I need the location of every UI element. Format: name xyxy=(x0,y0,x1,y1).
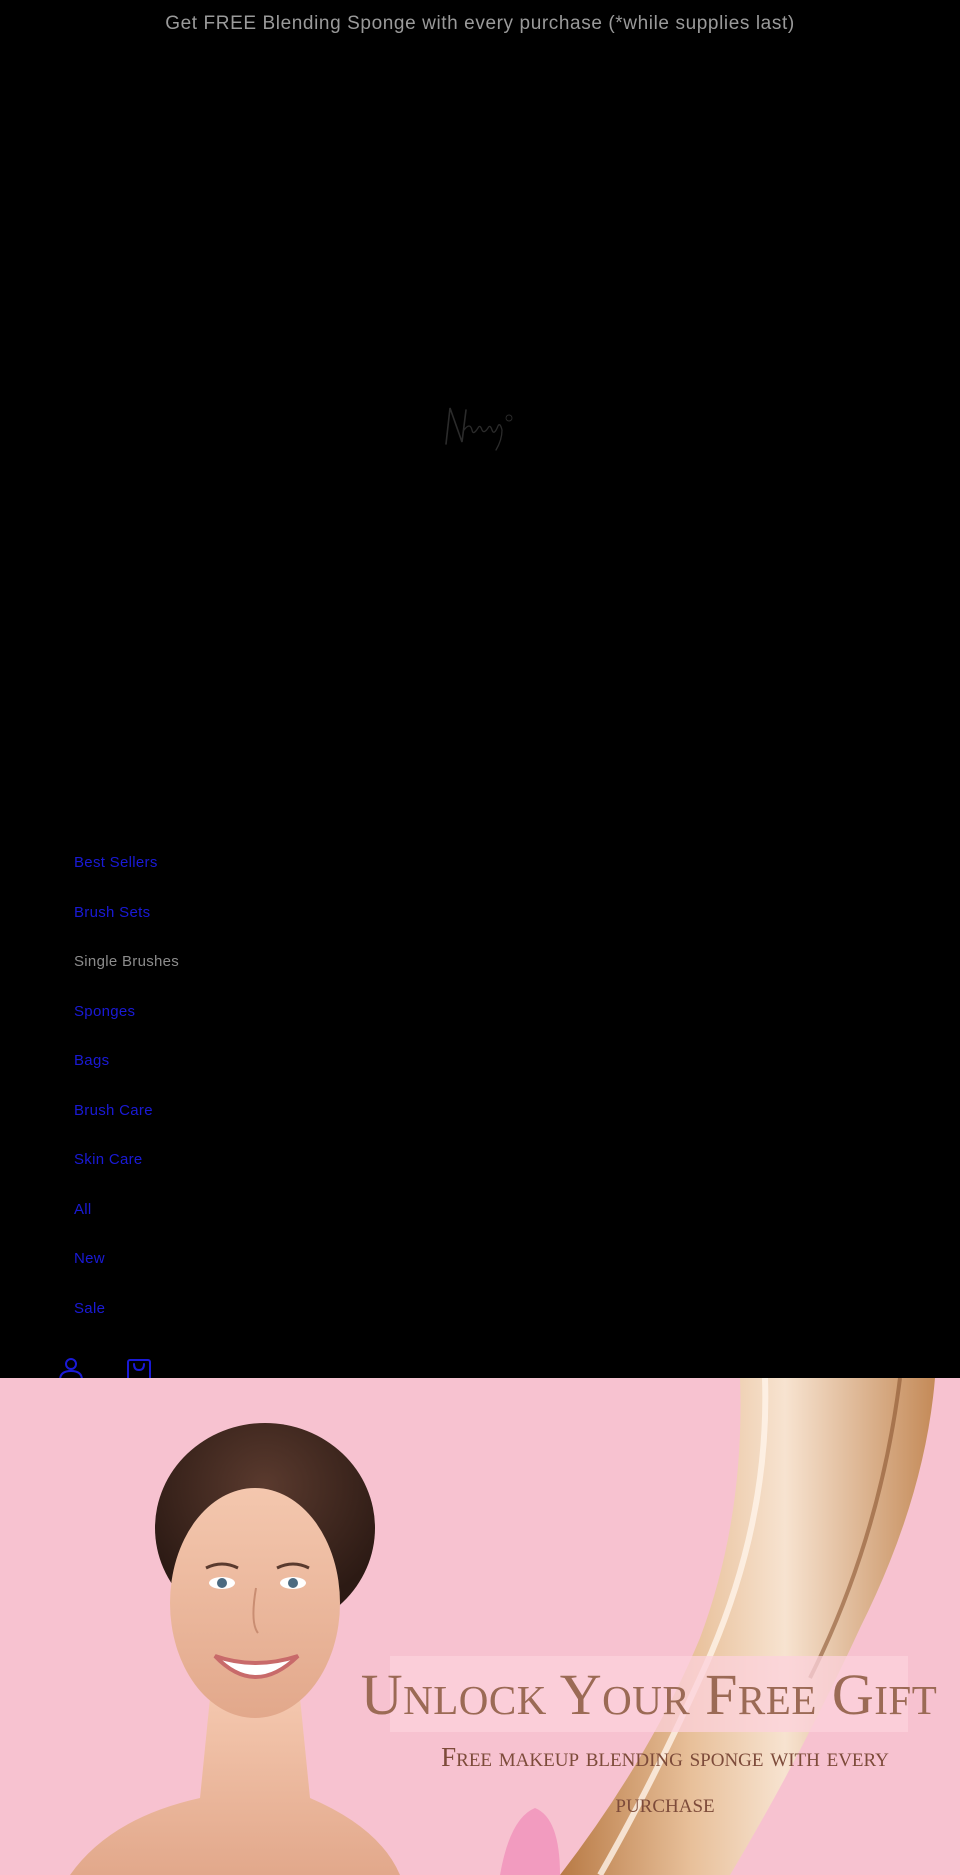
hero-title: Unlock Your Free Gift xyxy=(360,1661,938,1727)
nav-link-skin-care[interactable]: Skin Care xyxy=(74,1151,143,1168)
site-header: Best Sellers Brush Sets Single Brushes S… xyxy=(0,48,960,1382)
nav-item-best-sellers: Best Sellers xyxy=(74,854,179,904)
nav-item-sponges: Sponges xyxy=(74,1003,179,1053)
nav-link-new[interactable]: New xyxy=(74,1250,105,1267)
nav-item-skin-care: Skin Care xyxy=(74,1151,179,1201)
nanshy-logo xyxy=(445,407,513,451)
nav-link-bags[interactable]: Bags xyxy=(74,1052,109,1069)
nav-link-brush-sets[interactable]: Brush Sets xyxy=(74,904,150,921)
main-nav: Best Sellers Brush Sets Single Brushes S… xyxy=(74,854,179,1349)
nav-item-all: All xyxy=(74,1201,179,1251)
nav-link-brush-care[interactable]: Brush Care xyxy=(74,1102,153,1119)
nav-link-best-sellers[interactable]: Best Sellers xyxy=(74,854,158,871)
nav-link-all[interactable]: All xyxy=(74,1201,92,1218)
hero-banner[interactable]: Unlock Your Free Gift Free makeup blendi… xyxy=(0,1378,960,1875)
logo-link[interactable] xyxy=(440,400,516,458)
nav-link-sale[interactable]: Sale xyxy=(74,1300,105,1317)
nav-item-single-brushes: Single Brushes xyxy=(74,953,179,1003)
hero-subtitle: Free makeup blending sponge with every p… xyxy=(441,1742,889,1818)
nav-item-bags: Bags xyxy=(74,1052,179,1102)
hero-title-box: Unlock Your Free Gift xyxy=(361,1656,937,1732)
nav-link-sponges[interactable]: Sponges xyxy=(74,1003,135,1020)
announcement-bar: Get FREE Blending Sponge with every purc… xyxy=(0,0,960,48)
nav-item-brush-care: Brush Care xyxy=(74,1102,179,1152)
announcement-text: Get FREE Blending Sponge with every purc… xyxy=(165,13,795,34)
nav-link-single-brushes[interactable]: Single Brushes xyxy=(74,953,179,970)
nav-item-brush-sets: Brush Sets xyxy=(74,904,179,954)
nav-item-sale: Sale xyxy=(74,1300,179,1350)
nav-item-new: New xyxy=(74,1250,179,1300)
